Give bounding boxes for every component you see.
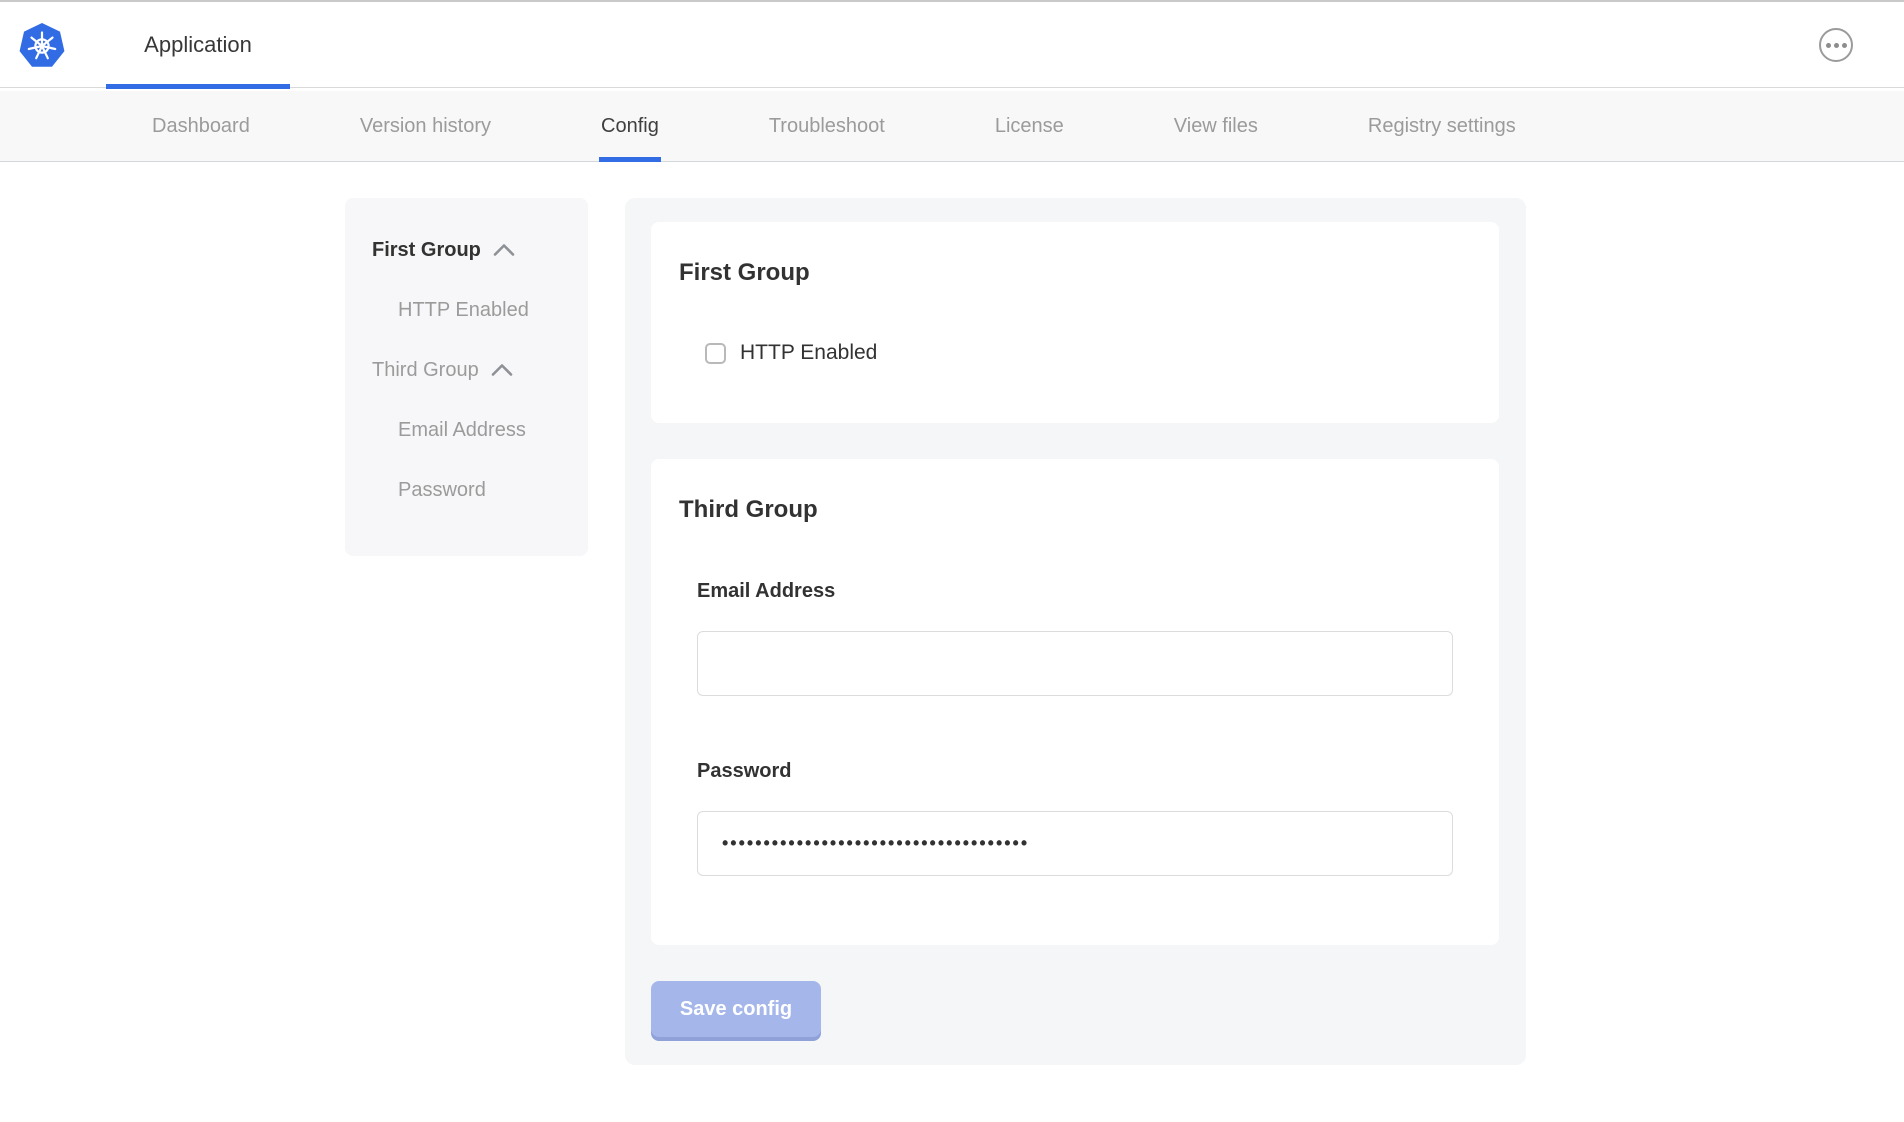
config-content-area: First Group HTTP Enabled Third Group Ema… xyxy=(625,198,1526,1065)
sidebar-item-label: Password xyxy=(398,479,486,502)
chevron-up-icon xyxy=(493,244,515,256)
password-input[interactable] xyxy=(697,811,1453,876)
application-tab[interactable]: Application xyxy=(106,2,290,88)
sidebar-item-label: HTTP Enabled xyxy=(398,299,529,322)
tab-version-history[interactable]: Version history xyxy=(358,91,493,161)
sidebar-item-http-enabled[interactable]: HTTP Enabled xyxy=(372,280,588,340)
tab-troubleshoot[interactable]: Troubleshoot xyxy=(767,91,887,161)
checkbox-label: HTTP Enabled xyxy=(740,341,877,365)
email-address-field-block: Email Address Password xyxy=(697,580,1471,876)
sidebar-group-first-group[interactable]: First Group xyxy=(372,220,588,280)
save-config-button[interactable]: Save config xyxy=(651,981,821,1037)
sidebar-item-email-address[interactable]: Email Address xyxy=(372,400,588,460)
config-group-card-first: First Group HTTP Enabled xyxy=(651,222,1499,423)
config-sidebar: First Group HTTP Enabled Third Group Ema… xyxy=(345,198,588,556)
tab-config[interactable]: Config xyxy=(599,91,661,161)
group-title: First Group xyxy=(679,258,1471,287)
app-nav-tabbar: Dashboard Version history Config Trouble… xyxy=(0,91,1904,162)
tab-dashboard[interactable]: Dashboard xyxy=(150,91,252,161)
password-label: Password xyxy=(697,760,1471,783)
sidebar-group-third-group[interactable]: Third Group xyxy=(372,340,588,400)
sidebar-group-label: Third Group xyxy=(372,359,479,382)
config-group-card-third: Third Group Email Address Password xyxy=(651,459,1499,945)
ellipsis-icon xyxy=(1834,43,1839,48)
email-address-label: Email Address xyxy=(697,580,1471,603)
http-enabled-row: HTTP Enabled xyxy=(705,341,1471,365)
tab-license[interactable]: License xyxy=(993,91,1066,161)
kubernetes-logo-icon[interactable] xyxy=(18,22,66,70)
group-title: Third Group xyxy=(679,495,1471,524)
application-tab-label: Application xyxy=(144,32,252,58)
sidebar-item-password[interactable]: Password xyxy=(372,460,588,520)
email-address-input[interactable] xyxy=(697,631,1453,696)
tab-view-files[interactable]: View files xyxy=(1172,91,1260,161)
top-bar: Application xyxy=(0,0,1904,88)
sidebar-item-label: Email Address xyxy=(398,419,526,442)
chevron-up-icon xyxy=(491,364,513,376)
overflow-menu-button[interactable] xyxy=(1819,28,1853,62)
ellipsis-icon xyxy=(1826,43,1831,48)
ellipsis-icon xyxy=(1842,43,1847,48)
sidebar-group-label: First Group xyxy=(372,239,481,262)
tab-registry-settings[interactable]: Registry settings xyxy=(1366,91,1518,161)
http-enabled-checkbox[interactable] xyxy=(705,343,726,364)
